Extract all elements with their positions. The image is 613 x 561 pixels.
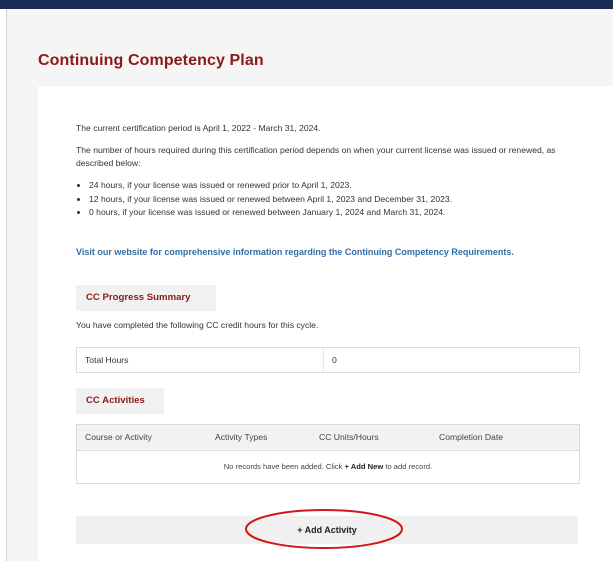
list-item: 12 hours, if your license was issued or …	[89, 193, 452, 207]
list-item: 0 hours, if your license was issued or r…	[89, 206, 452, 220]
cc-progress-summary-heading: CC Progress Summary	[76, 285, 216, 311]
add-new-hint: + Add New	[344, 462, 384, 471]
column-header-activity-types[interactable]: Activity Types	[215, 425, 267, 450]
column-header-course[interactable]: Course or Activity	[85, 425, 152, 450]
certification-period-text: The current certification period is Apri…	[76, 123, 321, 133]
total-hours-value: 0	[332, 355, 337, 365]
column-header-cc-units[interactable]: CC Units/Hours	[319, 425, 379, 450]
requirements-info-link[interactable]: Visit our website for comprehensive info…	[76, 247, 514, 257]
hours-required-text: The number of hours required during this…	[76, 145, 556, 168]
empty-records-message: No records have been added. Click + Add …	[77, 451, 579, 483]
page-title: Continuing Competency Plan	[38, 52, 264, 69]
left-border	[6, 9, 7, 561]
table-header: Course or Activity Activity Types CC Uni…	[77, 425, 579, 451]
column-header-completion-date[interactable]: Completion Date	[439, 425, 503, 450]
cc-activities-heading: CC Activities	[76, 388, 164, 414]
total-hours-row: Total Hours 0	[76, 347, 580, 373]
total-hours-label: Total Hours	[85, 355, 129, 365]
add-activity-bar: + Add Activity	[76, 516, 578, 544]
empty-message-prefix: No records have been added. Click	[223, 462, 345, 471]
divider	[323, 348, 324, 372]
hours-requirements-list: 24 hours, if your license was issued or …	[76, 179, 452, 220]
completed-hours-note: You have completed the following CC cred…	[76, 320, 319, 330]
list-item: 24 hours, if your license was issued or …	[89, 179, 452, 193]
add-activity-button[interactable]: + Add Activity	[76, 516, 578, 544]
empty-message-suffix: to add record.	[383, 462, 433, 471]
cc-activities-table: Course or Activity Activity Types CC Uni…	[76, 424, 580, 484]
top-navigation-bar	[0, 0, 613, 9]
